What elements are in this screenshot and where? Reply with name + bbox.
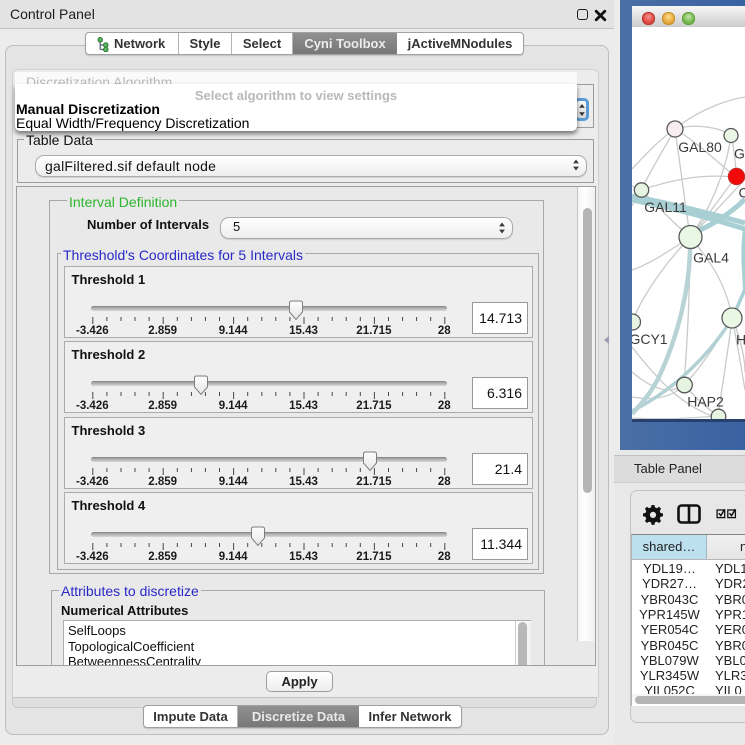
svg-text:GAL80: GAL80	[678, 139, 722, 155]
svg-text:GAL4: GAL4	[693, 250, 729, 266]
svg-text:GAL11: GAL11	[644, 199, 687, 215]
svg-text:C: C	[739, 185, 745, 201]
svg-text:H: H	[736, 332, 745, 348]
svg-text:HAP2: HAP2	[687, 394, 724, 410]
svg-text:GCY1: GCY1	[632, 331, 668, 347]
svg-text:G.: G.	[734, 146, 745, 162]
